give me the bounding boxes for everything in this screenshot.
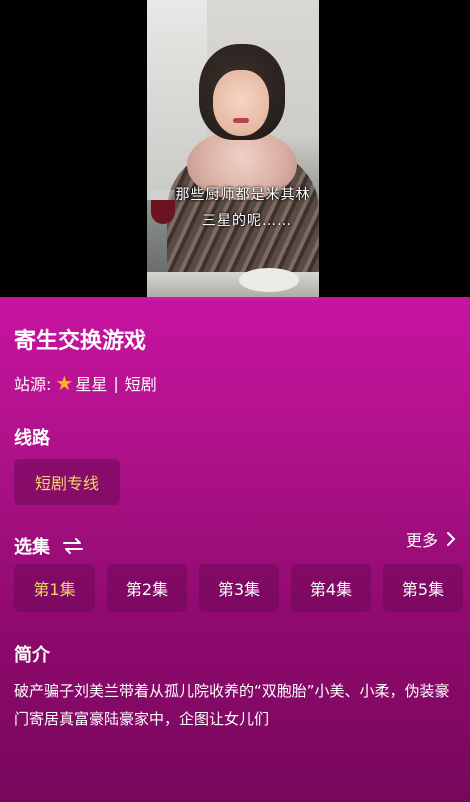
episode-4-button[interactable]: 第4集 <box>291 564 371 612</box>
source-label: 站源: <box>14 375 52 394</box>
episode-list: 第1集 第2集 第3集 第4集 第5集 <box>14 564 464 612</box>
route-option-short-drama[interactable]: 短剧专线 <box>14 459 120 505</box>
source-row: 站源: ★ 星星 | 短剧 <box>14 371 157 395</box>
intro-text: 破产骗子刘美兰带着从孤儿院收养的“双胞胎”小美、小柔，伪装豪门寄居真富豪陆豪家中… <box>14 682 450 728</box>
scene-face <box>213 70 269 136</box>
scene-bowl <box>239 268 299 292</box>
episode-2-button[interactable]: 第2集 <box>107 564 187 612</box>
episodes-heading: 选集 <box>14 533 84 559</box>
episodes-heading-label: 选集 <box>14 537 50 558</box>
subtitle-line-1: 那些厨师都是米其林 <box>175 187 311 203</box>
drama-detail-screen: 那些厨师都是米其林 三星的呢…… 寄生交换游戏 站源: ★ 星星 | 短剧 线路… <box>0 0 470 802</box>
scene-lips <box>233 118 249 123</box>
star-icon: ★ <box>55 371 74 395</box>
episode-3-button[interactable]: 第3集 <box>199 564 279 612</box>
source-type: 短剧 <box>124 375 157 394</box>
info-panel: 寄生交换游戏 站源: ★ 星星 | 短剧 线路 短剧专线 选集 更多 第1集 第… <box>0 297 470 802</box>
intro-heading: 简介 <box>14 645 50 666</box>
episode-1-button[interactable]: 第1集 <box>14 564 95 612</box>
more-episodes-button[interactable]: 更多 <box>406 527 456 551</box>
source-separator: | <box>113 373 119 393</box>
route-heading: 线路 <box>14 428 50 449</box>
chevron-right-icon <box>447 532 456 546</box>
episode-5-button[interactable]: 第5集 <box>383 564 463 612</box>
drama-title: 寄生交换游戏 <box>14 329 147 354</box>
more-label: 更多 <box>405 531 438 550</box>
subtitle-line-2: 三星的呢…… <box>202 213 292 229</box>
video-frame[interactable]: 那些厨师都是米其林 三星的呢…… <box>147 0 319 300</box>
swap-icon[interactable] <box>62 538 84 554</box>
source-name: 星星 <box>75 375 108 394</box>
video-player[interactable]: 那些厨师都是米其林 三星的呢…… <box>0 0 470 300</box>
